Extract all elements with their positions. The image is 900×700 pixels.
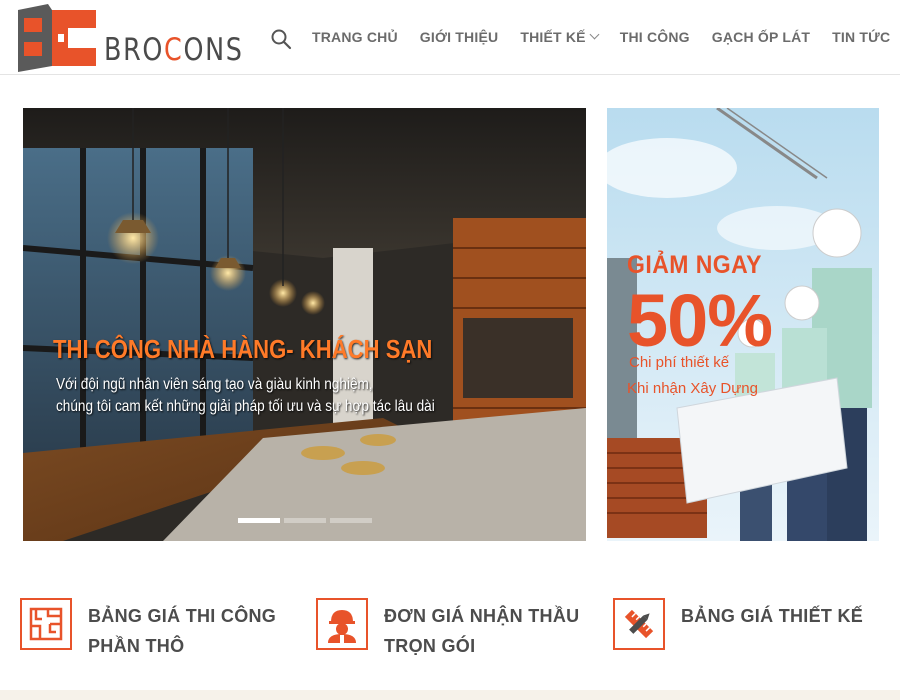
feature-title-line: ĐƠN GIÁ NHẬN THẦU <box>384 606 580 626</box>
promo-percent: 50% <box>627 279 773 362</box>
restaurant-photo <box>23 108 586 541</box>
slide-description-line: chúng tôi cam kết những giải pháp tối ưu… <box>56 398 435 415</box>
feature-title-line: PHẦN THÔ <box>88 636 185 656</box>
promo-line: Chi phí thiết kế <box>629 354 730 371</box>
nav-item-about[interactable]: GIỚI THIỆU <box>420 29 499 47</box>
feature-title-line: BẢNG GIÁ THI CÔNG <box>88 606 277 626</box>
slide-description: Với đội ngũ nhân viên sáng tạo và giàu k… <box>56 374 435 418</box>
hero-slider[interactable]: THI CÔNG NHÀ HÀNG- KHÁCH SẠN Với đội ngũ… <box>23 108 586 541</box>
nav-item-news[interactable]: TIN TỨC <box>832 29 890 47</box>
logo[interactable]: BROCONS <box>18 4 243 74</box>
floorplan-icon <box>20 598 72 650</box>
search-icon <box>271 29 292 50</box>
slider-dot[interactable] <box>238 518 280 523</box>
chevron-down-icon <box>589 29 600 40</box>
feature-rough-construction-price[interactable]: BẢNG GIÁ THI CÔNG PHẦN THÔ <box>20 598 276 661</box>
feature-title-line: TRỌN GÓI <box>384 636 476 656</box>
pencil-ruler-icon <box>613 598 665 650</box>
search-button[interactable] <box>270 28 292 50</box>
worker-icon <box>316 598 368 650</box>
promo-line: Khi nhận Xây Dựng <box>627 380 758 397</box>
slide-description-line: Với đội ngũ nhân viên sáng tạo và giàu k… <box>56 376 373 393</box>
nav-item-construction[interactable]: THI CÔNG <box>620 29 690 47</box>
logo-mark-icon <box>18 4 96 72</box>
logo-text: BROCONS <box>104 32 244 68</box>
nav-item-tiles[interactable]: GẠCH ỐP LÁT <box>712 29 810 47</box>
slider-dots <box>238 518 372 523</box>
slide-title: THI CÔNG NHÀ HÀNG- KHÁCH SẠN <box>53 334 433 364</box>
site-header: BROCONS TRANG CHỦ GIỚI THIỆU THIẾT KẾ TH… <box>0 0 900 75</box>
nav-item-design[interactable]: THIẾT KẾ <box>520 29 600 47</box>
feature-title-line: BẢNG GIÁ THIẾT KẾ <box>681 606 864 626</box>
bottom-strip <box>0 690 900 700</box>
main-nav: TRANG CHỦ GIỚI THIỆU THIẾT KẾ THI CÔNG G… <box>312 0 900 75</box>
feature-design-price[interactable]: BẢNG GIÁ THIẾT KẾ <box>613 598 863 650</box>
feature-turnkey-price[interactable]: ĐƠN GIÁ NHẬN THẦU TRỌN GÓI <box>316 598 579 661</box>
nav-item-home[interactable]: TRANG CHỦ <box>312 29 398 47</box>
slider-dot[interactable] <box>330 518 372 523</box>
slider-dot[interactable] <box>284 518 326 523</box>
promo-banner[interactable]: GIẢM NGAY 50% Chi phí thiết kế Khi nhận … <box>607 108 879 541</box>
promo-headline: GIẢM NGAY <box>627 251 762 279</box>
